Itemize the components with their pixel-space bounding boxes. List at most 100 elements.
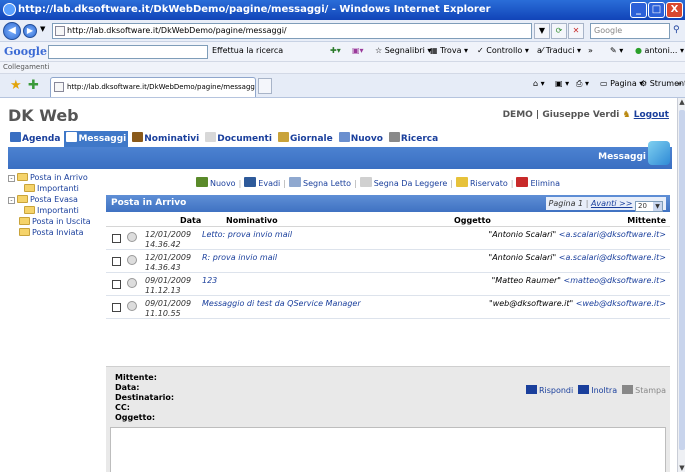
segna-da-leggere-icon (359, 177, 372, 187)
page-icon (54, 82, 64, 92)
add-favorites-icon[interactable]: ✚ (28, 78, 39, 93)
message-subject[interactable]: 123 (202, 276, 217, 285)
folder-icon (17, 173, 28, 181)
folder-label: Importanti (37, 206, 79, 215)
detail-stampa-button[interactable]: Stampa (622, 385, 666, 395)
action-label: Elimina (530, 179, 560, 188)
sender-email[interactable]: <matteo@dksoftware.it> (564, 276, 666, 285)
address-dropdown-icon[interactable]: ▼ (534, 23, 550, 39)
vertical-scrollbar[interactable]: ▲ ▼ (677, 98, 685, 472)
more-commands[interactable]: » (677, 79, 682, 88)
popup-blocker-icon[interactable]: ▣▾ (352, 46, 364, 55)
message-subject[interactable]: R: prova invio mail (202, 253, 277, 262)
favorites-star-icon[interactable]: ★ (10, 78, 22, 93)
nav-giornale[interactable]: Giornale (276, 131, 335, 147)
pager: Pagina 1 | Avanti >> 20 ▼ (545, 197, 666, 212)
message-checkbox[interactable] (112, 257, 121, 266)
feeds-icon[interactable]: ▣ ▾ (555, 79, 569, 88)
scroll-down-icon[interactable]: ▼ (678, 464, 685, 472)
folder-item[interactable]: - Posta Evasa (8, 194, 104, 205)
address-bar[interactable]: http://lab.dksoftware.it/DkWebDemo/pagin… (52, 23, 532, 39)
message-checkbox[interactable] (112, 234, 121, 243)
message-sender: "web@dksoftware.it" <web@dksoftware.it> (489, 299, 666, 308)
forward-button[interactable]: ▶ (23, 24, 37, 38)
nav-ricerca[interactable]: Ricerca (387, 131, 440, 147)
action-nuovo[interactable]: Nuovo (196, 177, 236, 188)
action-segna-da-leggere[interactable]: Segna Da Leggere (359, 177, 447, 188)
search-input[interactable]: Google (590, 23, 670, 39)
search-icon[interactable]: ⚲ (673, 25, 680, 35)
find-menu[interactable]: ▦ Trova ▾ (430, 46, 468, 55)
maximize-button[interactable]: □ (648, 2, 665, 18)
links-bar[interactable]: Collegamenti (0, 62, 685, 74)
nav-nominativi[interactable]: Nominativi (130, 131, 201, 147)
home-icon[interactable]: ⌂ ▾ (533, 79, 545, 88)
message-body[interactable] (110, 427, 666, 472)
page-menu[interactable]: ▭ Pagina ▾ (600, 79, 643, 88)
nav-label: Ricerca (400, 134, 439, 144)
logout-link[interactable]: Logout (634, 110, 669, 120)
folder-item[interactable]: Posta in Uscita (8, 216, 104, 227)
message-row[interactable]: 09/01/2009 11.10.55 Messaggio di test da Q… (106, 297, 670, 319)
google-search-button[interactable]: Effettua la ricerca (212, 46, 283, 55)
minimize-button[interactable]: _ (630, 2, 647, 18)
message-subject[interactable]: Messaggio di test da QService Manager (202, 299, 361, 308)
giornale-icon (277, 132, 289, 142)
next-page-link[interactable]: Avanti >> (591, 199, 633, 208)
nav-label: Agenda (22, 134, 61, 144)
folder-item[interactable]: - Posta in Arrivo (8, 172, 104, 183)
message-actions: Nuovo | Evadi | Segna Letto | Segna Da Leggere… (196, 177, 563, 188)
message-subject[interactable]: Letto: prova invio mail (202, 230, 292, 239)
print-icon[interactable]: ⎙ ▾ (576, 79, 589, 89)
wrench-icon[interactable]: ✎ ▾ (610, 46, 623, 55)
translate-menu[interactable]: a⁄ Traduci ▾ (537, 46, 581, 55)
back-button[interactable]: ◀ (3, 22, 21, 40)
more-google-items[interactable]: » (588, 46, 593, 55)
action-segna-letto[interactable]: Segna Letto (288, 177, 351, 188)
bookmarks-menu[interactable]: ☆ Segnalibri ▾ (375, 46, 431, 55)
scroll-thumb[interactable] (679, 110, 685, 450)
refresh-icon[interactable]: ⟳ (551, 23, 567, 39)
sender-email[interactable]: <a.scalari@dksoftware.it> (559, 230, 666, 239)
nav-messaggi[interactable]: Messaggi (64, 131, 129, 147)
action-evadi[interactable]: Evadi (244, 177, 280, 188)
nav-agenda[interactable]: Agenda (8, 131, 62, 147)
action-riservato[interactable]: Riservato (455, 177, 508, 188)
close-button[interactable]: X (666, 2, 683, 18)
col-name[interactable]: Nominativo (226, 216, 278, 225)
folder-item[interactable]: Importanti (8, 183, 104, 194)
detail-inoltra-button[interactable]: Inoltra (578, 385, 617, 395)
col-date[interactable]: Data (180, 216, 201, 225)
google-search-input[interactable] (48, 45, 208, 59)
address-url: http://lab.dksoftware.it/DkWebDemo/pagin… (67, 26, 287, 35)
message-checkbox[interactable] (112, 280, 121, 289)
folder-item[interactable]: Posta Inviata (8, 227, 104, 238)
message-row[interactable]: 09/01/2009 11.12.13 123 "Matteo Raumer" <ma… (106, 274, 670, 296)
sender-email[interactable]: <a.scalari@dksoftware.it> (559, 253, 666, 262)
collapse-icon[interactable]: - (8, 197, 15, 204)
nav-documenti[interactable]: Documenti (203, 131, 274, 147)
page-size-select[interactable]: 20 ▼ (635, 201, 663, 212)
stop-icon[interactable]: ✕ (568, 23, 584, 39)
detail-rispondi-button[interactable]: Rispondi (525, 385, 573, 395)
col-subject[interactable]: Oggetto (454, 216, 491, 225)
share-icon[interactable]: ✚▾ (330, 46, 341, 55)
tab-messaggi[interactable]: http://lab.dksoftware.it/DkWebDemo/pagin… (50, 77, 256, 97)
folder-item[interactable]: Importanti (8, 205, 104, 216)
message-row[interactable]: 12/01/2009 14.36.43 R: prova invio mail "An… (106, 251, 670, 273)
action-elimina[interactable]: Elimina (516, 177, 560, 188)
nav-nuovo[interactable]: Nuovo (337, 131, 385, 147)
message-checkbox[interactable] (112, 303, 121, 312)
col-sender[interactable]: Mittente (627, 216, 666, 225)
spellcheck-menu[interactable]: ✓ Controllo ▾ (477, 46, 529, 55)
account-menu[interactable]: ● antoni... ▾ (635, 46, 684, 55)
new-tab-button[interactable] (258, 78, 272, 94)
message-row[interactable]: 12/01/2009 14.36.42 Letto: prova invio mai… (106, 228, 670, 250)
sender-email[interactable]: <web@dksoftware.it> (576, 299, 666, 308)
evadi-icon (244, 177, 257, 187)
detail-field-cc: CC: (115, 403, 130, 412)
scroll-up-icon[interactable]: ▲ (678, 98, 685, 106)
detail-field-oggetto: Oggetto: (115, 413, 156, 422)
history-dropdown-icon[interactable]: ▼ (40, 25, 45, 33)
collapse-icon[interactable]: - (8, 175, 15, 182)
